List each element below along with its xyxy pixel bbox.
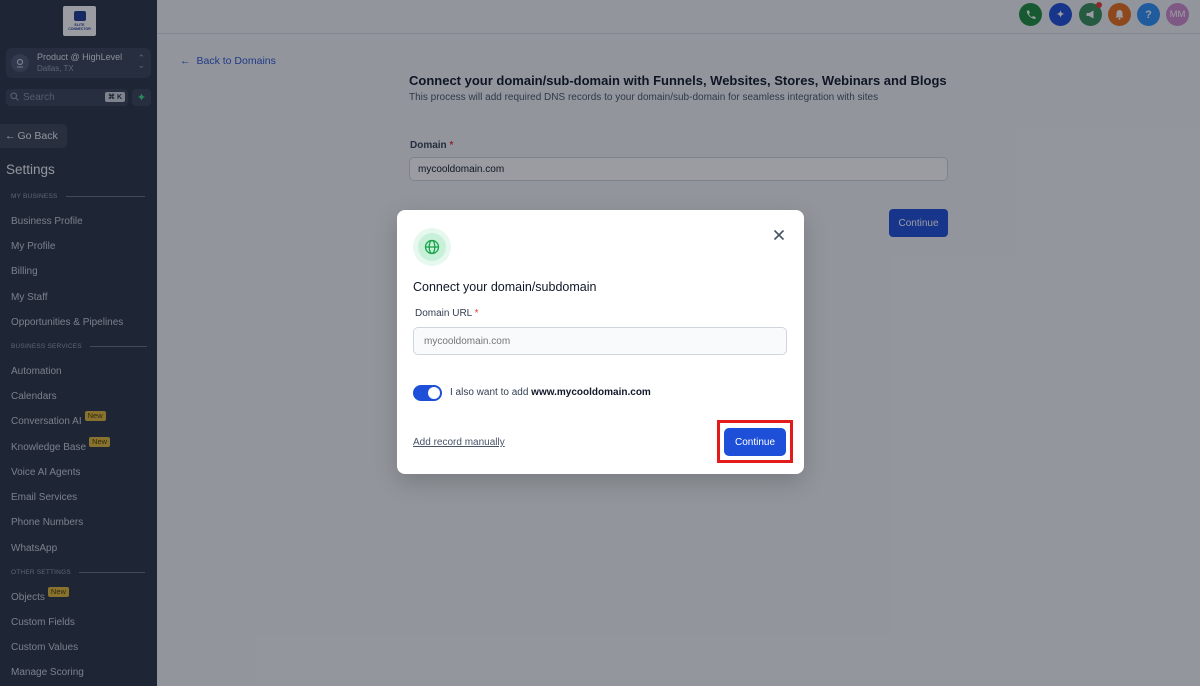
connect-domain-modal: Connect your domain/subdomain Domain URL… bbox=[397, 210, 804, 474]
modal-continue-button[interactable]: Continue bbox=[724, 428, 786, 456]
close-icon[interactable] bbox=[770, 226, 788, 244]
toggle-knob bbox=[428, 387, 440, 399]
domain-url-label: Domain URL * bbox=[415, 308, 479, 319]
domain-url-input[interactable] bbox=[413, 327, 787, 355]
modal-title: Connect your domain/subdomain bbox=[413, 280, 597, 294]
add-record-manually-link[interactable]: Add record manually bbox=[413, 437, 505, 448]
add-www-toggle[interactable] bbox=[413, 385, 442, 401]
globe-icon bbox=[413, 228, 451, 266]
add-www-label: I also want to add www.mycooldomain.com bbox=[450, 387, 651, 398]
